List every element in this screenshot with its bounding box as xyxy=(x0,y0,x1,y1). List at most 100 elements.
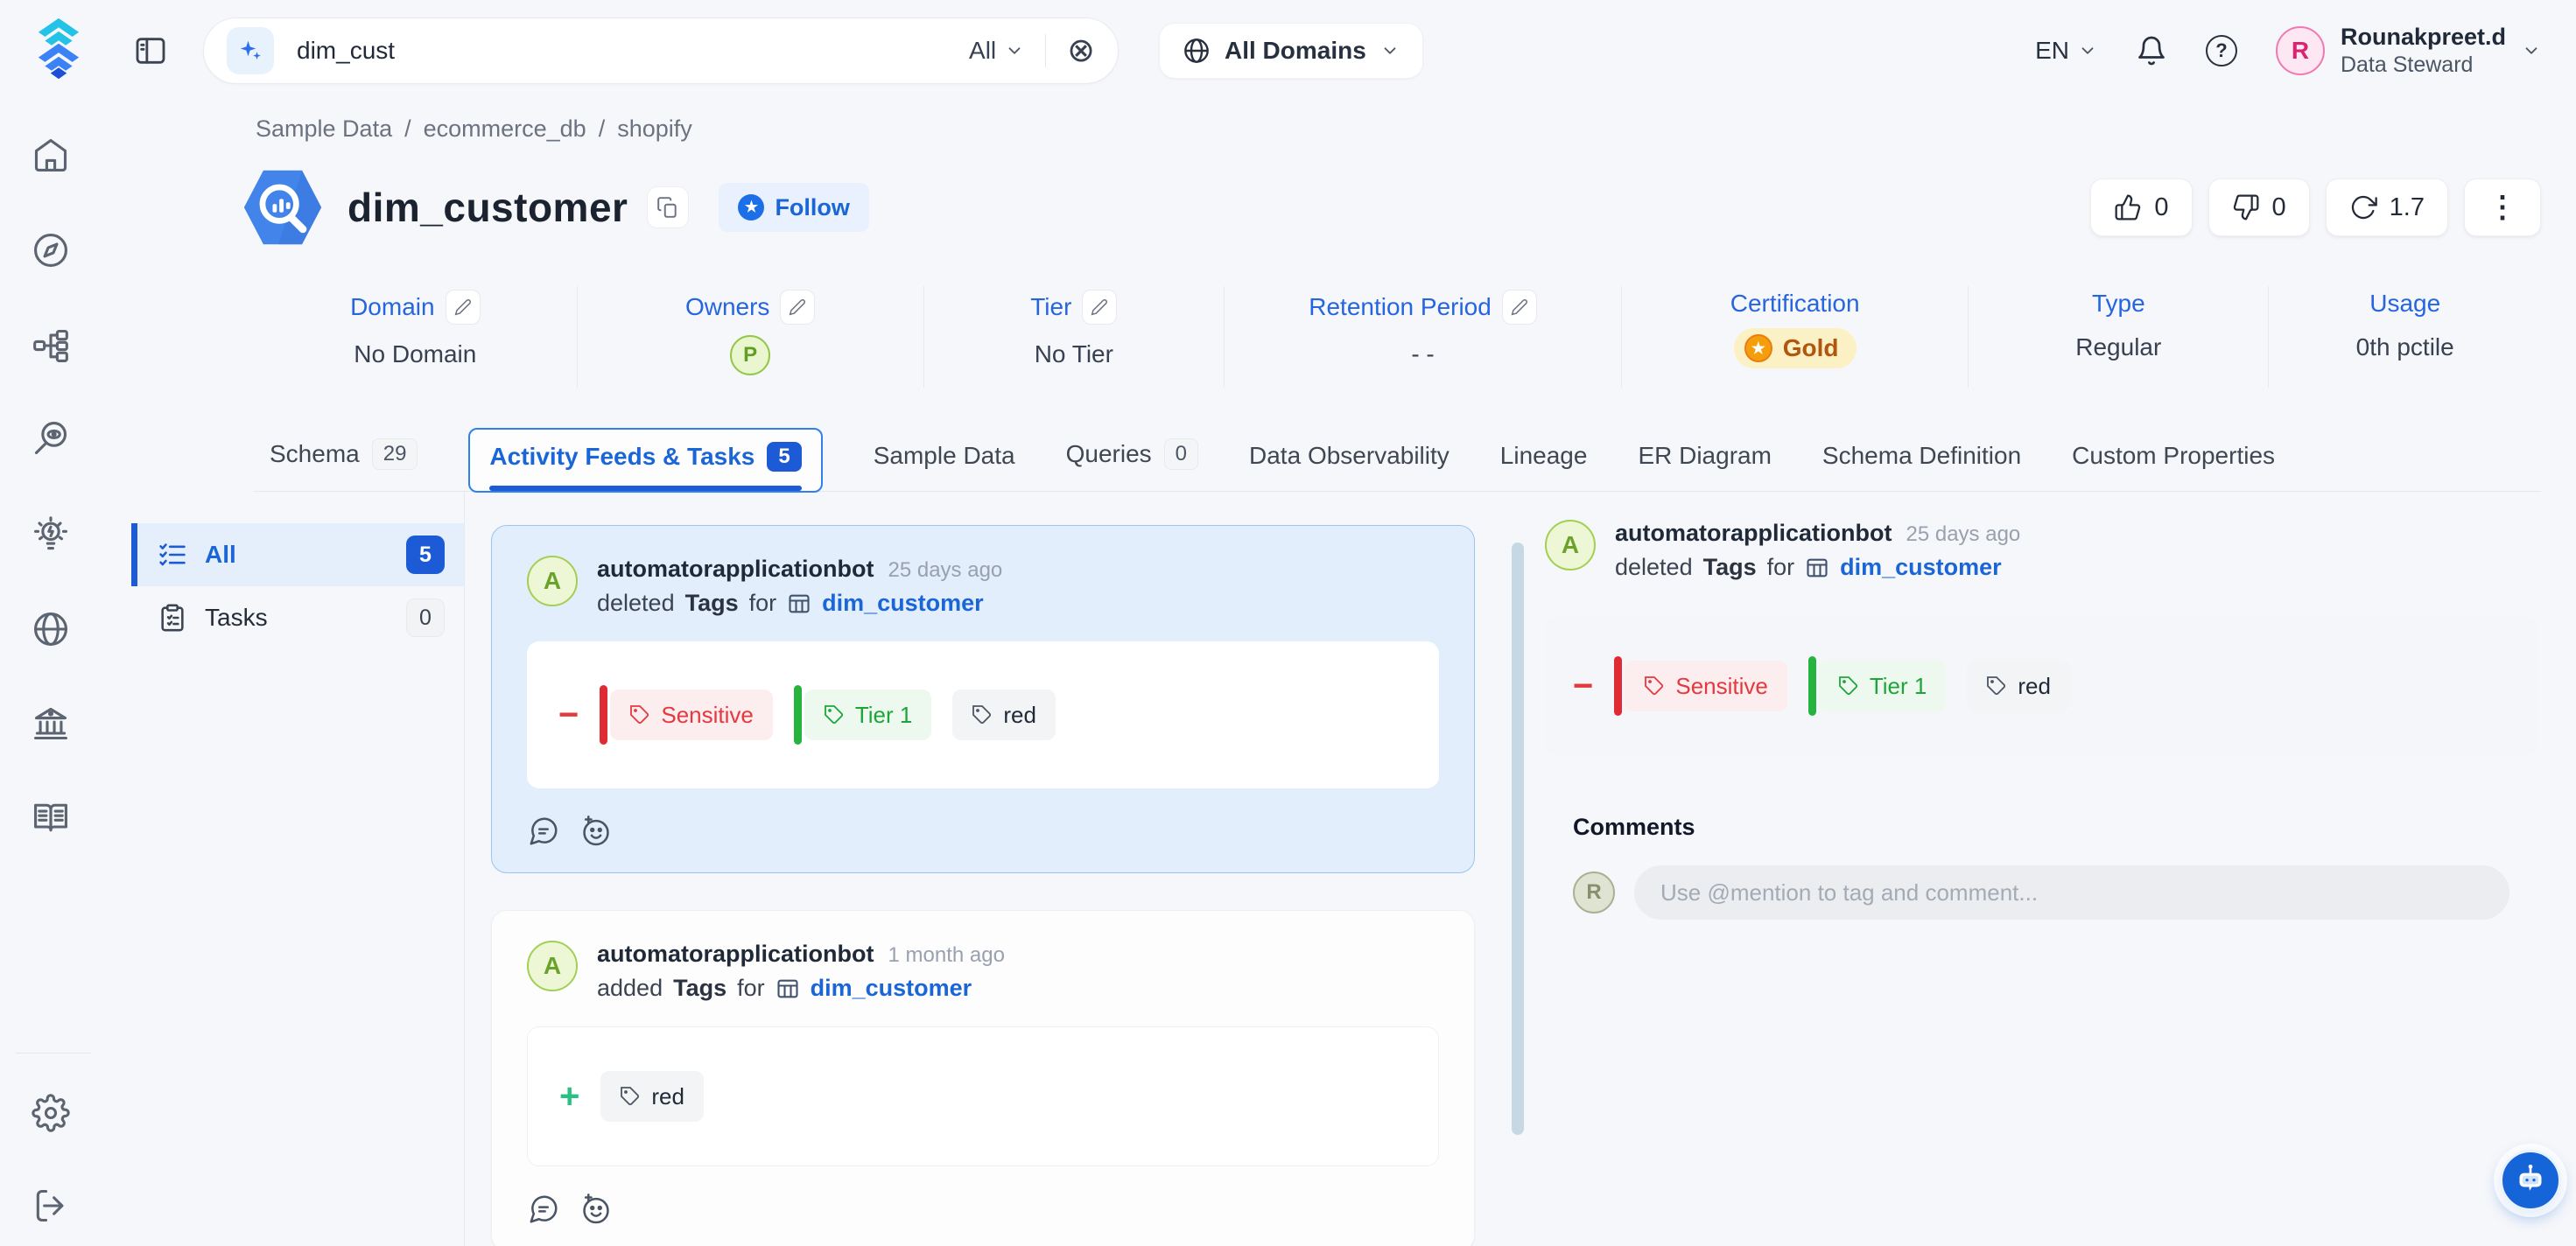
tag-change-box: + red xyxy=(527,1026,1439,1166)
filter-all[interactable]: All 5 xyxy=(131,523,464,586)
upvote-count: 0 xyxy=(2154,193,2168,222)
owner-avatar[interactable]: P xyxy=(730,335,770,375)
tag-chip-red: red xyxy=(600,1071,704,1122)
nav-data-assets-icon[interactable] xyxy=(31,326,71,366)
tab-sample-data[interactable]: Sample Data xyxy=(874,442,1015,491)
topbar: All ⊗ All Domains EN ? xyxy=(123,0,2576,102)
detail-entity-link[interactable]: dim_customer xyxy=(1840,554,2002,581)
nav-logout-icon[interactable] xyxy=(31,1186,71,1226)
nav-observability-icon[interactable] xyxy=(31,418,71,458)
user-menu[interactable]: R Rounakpreet.d Data Steward xyxy=(2276,24,2541,78)
feed-user-name[interactable]: automatorapplicationbot xyxy=(597,556,874,583)
tag-color-bar xyxy=(600,685,607,745)
entity-header: dim_customer ★ Follow 0 0 1.7 xyxy=(241,165,2541,249)
global-search-bar: All ⊗ xyxy=(203,18,1119,84)
filter-tasks[interactable]: Tasks 0 xyxy=(131,586,464,649)
tab-er-diagram-label: ER Diagram xyxy=(1638,442,1771,470)
user-role: Data Steward xyxy=(2341,52,2506,78)
tab-activity-feeds[interactable]: Activity Feeds & Tasks 5 xyxy=(468,428,822,493)
detail-user-name[interactable]: automatorapplicationbot xyxy=(1615,520,1892,547)
tag-label: Sensitive xyxy=(1675,673,1768,700)
breadcrumb-database[interactable]: ecommerce_db xyxy=(424,116,586,143)
meta-retention-label: Retention Period xyxy=(1309,293,1492,321)
search-scope-value: All xyxy=(969,37,996,65)
tag-icon xyxy=(824,704,845,725)
search-clear-icon[interactable]: ⊗ xyxy=(1067,34,1095,67)
tag-label: red xyxy=(2018,673,2051,700)
downvote-button[interactable]: 0 xyxy=(2208,178,2310,236)
comment-icon[interactable] xyxy=(527,815,560,848)
table-icon xyxy=(787,592,811,616)
copy-name-icon[interactable] xyxy=(647,186,689,228)
page-title: dim_customer xyxy=(347,184,628,231)
language-selector[interactable]: EN xyxy=(2035,37,2097,65)
topbar-right: EN ? R Rounakpreet.d Data Steward xyxy=(2035,24,2541,78)
meta-usage: Usage 0th pctile xyxy=(2269,286,2541,388)
tab-er-diagram[interactable]: ER Diagram xyxy=(1638,442,1771,491)
nav-explore-icon[interactable] xyxy=(31,230,71,270)
tab-queries-count: 0 xyxy=(1164,438,1198,470)
feed-user-name[interactable]: automatorapplicationbot xyxy=(597,941,874,968)
more-options-button[interactable]: ⋮ xyxy=(2464,178,2541,236)
tab-queries[interactable]: Queries 0 xyxy=(1066,438,1198,491)
feed-card-deleted-tags[interactable]: A automatorapplicationbot 25 days ago de… xyxy=(491,525,1475,873)
feed-scrollbar[interactable] xyxy=(1512,542,1524,1135)
feed-preposition: for xyxy=(737,975,765,1002)
tab-schema-definition[interactable]: Schema Definition xyxy=(1822,442,2021,491)
meta-owners: Owners P xyxy=(578,286,924,388)
tab-schema-label: Schema xyxy=(270,440,360,468)
feed-entity-link[interactable]: dim_customer xyxy=(822,590,984,617)
breadcrumb-service[interactable]: Sample Data xyxy=(256,116,392,143)
help-icon[interactable]: ? xyxy=(2206,35,2237,66)
nav-insights-icon[interactable] xyxy=(31,514,71,555)
tag-label: red xyxy=(1003,702,1036,729)
edit-tier-icon[interactable] xyxy=(1082,290,1117,325)
feed-detail-panel: A automatorapplicationbot 25 days ago de… xyxy=(1506,492,2576,1246)
tab-custom-properties[interactable]: Custom Properties xyxy=(2072,442,2275,491)
removed-indicator-icon: − xyxy=(558,697,579,732)
tag-color-bar xyxy=(1808,656,1816,716)
add-reaction-icon[interactable] xyxy=(579,1193,613,1226)
search-input[interactable] xyxy=(297,37,969,65)
nav-home-icon[interactable] xyxy=(31,135,71,175)
language-value: EN xyxy=(2035,37,2069,65)
notifications-bell-icon[interactable] xyxy=(2136,35,2167,66)
nav-glossary-icon[interactable] xyxy=(31,797,71,837)
left-nav-rail xyxy=(0,0,123,1246)
version-button[interactable]: 1.7 xyxy=(2326,178,2448,236)
feed-card-added-tags[interactable]: A automatorapplicationbot 1 month ago ad… xyxy=(491,910,1475,1246)
upvote-button[interactable]: 0 xyxy=(2090,178,2192,236)
chevron-down-icon xyxy=(2522,41,2541,60)
tab-schema[interactable]: Schema 29 xyxy=(270,438,418,491)
nav-settings-icon[interactable] xyxy=(31,1093,71,1133)
follow-button[interactable]: ★ Follow xyxy=(719,183,868,232)
domains-filter-label: All Domains xyxy=(1225,37,1366,65)
edit-domain-icon[interactable] xyxy=(446,290,481,325)
breadcrumb-schema[interactable]: shopify xyxy=(617,116,692,143)
detail-preposition: for xyxy=(1767,554,1795,581)
breadcrumb-separator: / xyxy=(599,116,606,143)
active-tab-underline xyxy=(489,486,801,491)
bot-avatar: A xyxy=(527,556,578,606)
filter-all-label: All xyxy=(205,541,236,569)
entity-actions: 0 0 1.7 ⋮ xyxy=(2090,178,2541,236)
edit-owners-icon[interactable] xyxy=(780,290,815,325)
meta-usage-label: Usage xyxy=(2369,290,2440,318)
tag-label: Tier 1 xyxy=(1870,673,1927,700)
search-scope-dropdown[interactable]: All xyxy=(969,37,1024,65)
nav-governance-icon[interactable] xyxy=(31,704,71,744)
tab-data-observability[interactable]: Data Observability xyxy=(1249,442,1449,491)
comment-input[interactable] xyxy=(1634,865,2509,920)
tab-lineage[interactable]: Lineage xyxy=(1500,442,1588,491)
domains-filter-button[interactable]: All Domains xyxy=(1159,23,1423,79)
feed-entity-link[interactable]: dim_customer xyxy=(811,975,972,1002)
nav-domains-icon[interactable] xyxy=(31,609,71,649)
comment-icon[interactable] xyxy=(527,1193,560,1226)
add-reaction-icon[interactable] xyxy=(579,815,613,848)
medal-icon: ★ xyxy=(1744,334,1772,362)
chat-assistant-button[interactable] xyxy=(2500,1150,2561,1211)
filter-tasks-count: 0 xyxy=(406,598,445,637)
sidebar-toggle-icon[interactable] xyxy=(133,33,168,68)
edit-retention-icon[interactable] xyxy=(1502,290,1537,325)
version-history-icon xyxy=(2349,193,2377,221)
